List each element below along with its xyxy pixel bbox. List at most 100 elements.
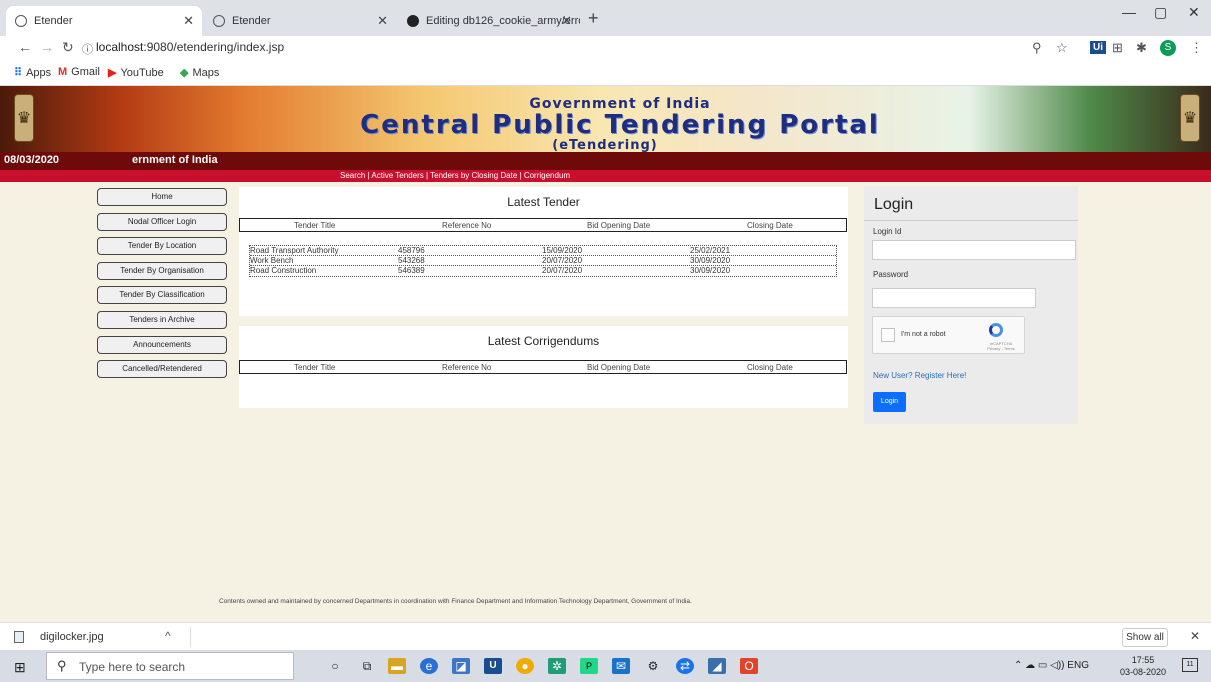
clock-date: 03-08-2020 <box>1120 667 1167 677</box>
close-tab-icon[interactable]: ✕ <box>561 6 572 36</box>
star-icon[interactable]: ☆ <box>1056 40 1068 56</box>
language-indicator: ENG <box>1067 660 1089 671</box>
sidebar-item-announcements[interactable]: Announcements <box>97 335 227 354</box>
file-explorer-icon[interactable]: ▬ <box>388 658 406 674</box>
divider <box>864 220 1078 221</box>
mail-icon[interactable]: ✉ <box>612 658 630 674</box>
zoom-icon[interactable]: ⚲ <box>1032 40 1042 56</box>
date-bar: 08/03/2020 ernment of India <box>0 152 1211 170</box>
uipath-icon[interactable]: U <box>484 658 502 674</box>
latest-tender-header: Tender Title Reference No Bid Opening Da… <box>239 218 847 232</box>
recaptcha-privacy-links[interactable]: Privacy - Terms <box>981 346 1021 351</box>
system-tray[interactable]: ⌃ ☁ ▭ ◁)) ENG <box>1014 660 1089 671</box>
bookmark-youtube[interactable]: ▶ YouTube <box>108 66 164 79</box>
table-row[interactable]: Road Transport Authority 458796 15/09/20… <box>250 246 836 256</box>
puzzle-icon[interactable]: ✱ <box>1136 40 1147 56</box>
sub-navigation-links[interactable]: Search | Active Tenders | Tenders by Clo… <box>340 171 570 180</box>
sidebar-item-tender-by-classification[interactable]: Tender By Classification <box>97 286 227 305</box>
latest-corrigendums-header: Tender Title Reference No Bid Opening Da… <box>239 360 847 374</box>
latest-corrigendums-title: Latest Corrigendums <box>487 334 600 348</box>
apps-grid-icon: ⠿ <box>14 67 23 79</box>
forward-icon[interactable]: → <box>40 39 54 55</box>
password-input[interactable] <box>872 288 1036 308</box>
pycharm-icon[interactable]: P <box>580 658 598 674</box>
menu-icon[interactable]: ⋮ <box>1190 40 1203 56</box>
globe-icon <box>213 15 225 27</box>
taskbar-search[interactable]: ⚲ Type here to search <box>46 652 294 680</box>
sidebar-item-tenders-in-archive[interactable]: Tenders in Archive <box>97 310 227 329</box>
uipath-extension-icon[interactable]: Ui <box>1090 41 1106 54</box>
task-view-icon[interactable]: ⧉ <box>358 658 376 674</box>
bid-opening-date-cell: 20/07/2020 <box>542 256 583 265</box>
login-id-input[interactable] <box>872 240 1076 260</box>
browser-tab-etender-1[interactable]: Etender ✕ <box>6 6 202 36</box>
browser-tab-github[interactable]: Editing db126_cookie_army/erro ✕ <box>398 6 580 36</box>
info-icon[interactable]: ⓘ <box>82 41 93 57</box>
chevron-up-icon[interactable]: ^ <box>165 629 171 643</box>
browser-tab-strip: Etender ✕ Etender ✕ Editing db126_cookie… <box>0 0 1211 36</box>
national-emblem-left: ♛ <box>14 94 34 142</box>
app-icon[interactable]: ✲ <box>548 658 566 674</box>
recaptcha-label: I'm not a robot <box>901 331 946 338</box>
minimize-icon[interactable]: — <box>1122 4 1136 20</box>
login-button[interactable]: Login <box>873 392 906 412</box>
windows-taskbar: ⊞ ⚲ Type here to search ○ ⧉ ▬ e ◪ U ● ✲ … <box>0 650 1211 682</box>
teamviewer-icon[interactable]: ⇄ <box>676 658 694 674</box>
close-tab-icon[interactable]: ✕ <box>377 6 388 36</box>
bookmark-maps[interactable]: ◆ Maps <box>180 66 219 79</box>
edge-icon[interactable]: e <box>420 658 438 674</box>
bookmark-label: Apps <box>26 67 52 79</box>
close-window-icon[interactable]: ✕ <box>1188 4 1200 21</box>
column-header: Bid Opening Date <box>587 363 651 372</box>
sidebar-menu: Home Nodal Officer Login Tender By Locat… <box>97 188 227 385</box>
settings-icon[interactable]: ⚙ <box>644 658 662 674</box>
bookmarks-bar: ⠿ Apps M Gmail ▶ YouTube ◆ Maps <box>0 60 1211 86</box>
banner-tag: (eTendering) <box>552 138 658 153</box>
sub-navigation-bar: Search | Active Tenders | Tenders by Clo… <box>0 170 1211 182</box>
closing-date-cell: 25/02/2021 <box>690 246 731 255</box>
recaptcha-widget: I'm not a robot reCAPTCHA Privacy - Term… <box>872 316 1025 354</box>
latest-tender-panel: Latest Tender Tender Title Reference No … <box>239 187 848 316</box>
reload-icon[interactable]: ↻ <box>62 39 74 56</box>
close-downloads-icon[interactable]: ✕ <box>1190 629 1200 643</box>
back-icon[interactable]: ← <box>18 39 32 55</box>
table-row[interactable]: Work Bench 543268 20/07/2020 30/09/2020 <box>250 256 836 266</box>
url-path: :9080/etendering/index.jsp <box>143 40 285 54</box>
recaptcha-checkbox[interactable] <box>881 328 895 342</box>
download-item[interactable]: digilocker.jpg <box>40 631 104 643</box>
notification-center-icon[interactable]: 11 <box>1182 658 1198 672</box>
bookmark-apps[interactable]: ⠿ Apps <box>14 66 51 79</box>
tender-title-cell: Road Construction <box>250 266 317 275</box>
sidebar-item-cancelled-retendered[interactable]: Cancelled/Retendered <box>97 360 227 379</box>
sidebar-item-nodal-officer-login[interactable]: Nodal Officer Login <box>97 212 227 231</box>
bid-opening-date-cell: 15/09/2020 <box>542 246 583 255</box>
office-icon[interactable]: O <box>740 658 758 674</box>
register-link[interactable]: New User? Register Here! <box>873 371 966 380</box>
profile-avatar[interactable]: S <box>1160 40 1176 56</box>
sidebar-item-tender-by-location[interactable]: Tender By Location <box>97 237 227 256</box>
app-icon[interactable]: ◪ <box>452 658 470 674</box>
table-row[interactable]: Road Construction 546389 20/07/2020 30/0… <box>250 266 836 276</box>
bookmark-gmail[interactable]: M Gmail <box>58 66 100 78</box>
current-date: 08/03/2020 <box>4 154 60 166</box>
footer-text: Contents owned and maintained by concern… <box>219 598 692 605</box>
new-tab-button[interactable]: + <box>588 8 599 29</box>
extension-icon[interactable]: ⊞ <box>1112 40 1123 56</box>
url-field[interactable]: localhost:9080/etendering/index.jsp <box>96 40 284 54</box>
browser-tab-etender-2[interactable]: Etender ✕ <box>204 6 396 36</box>
bookmark-label: YouTube <box>120 67 164 79</box>
github-icon <box>407 15 419 27</box>
taskbar-clock[interactable]: 17:55 03-08-2020 <box>1120 654 1166 678</box>
cortana-icon[interactable]: ○ <box>326 658 344 674</box>
column-header: Tender Title <box>294 363 336 372</box>
windows-start-icon[interactable]: ⊞ <box>14 659 26 676</box>
show-all-button[interactable]: Show all <box>1122 628 1168 647</box>
column-header: Closing Date <box>747 363 793 372</box>
app-icon[interactable]: ◢ <box>708 658 726 674</box>
chrome-icon[interactable]: ● <box>516 658 534 674</box>
latest-tender-title: Latest Tender <box>507 195 580 209</box>
close-tab-icon[interactable]: ✕ <box>183 6 194 36</box>
sidebar-item-tender-by-organisation[interactable]: Tender By Organisation <box>97 261 227 280</box>
maximize-icon[interactable]: ▢ <box>1154 4 1167 21</box>
sidebar-item-home[interactable]: Home <box>97 188 227 206</box>
